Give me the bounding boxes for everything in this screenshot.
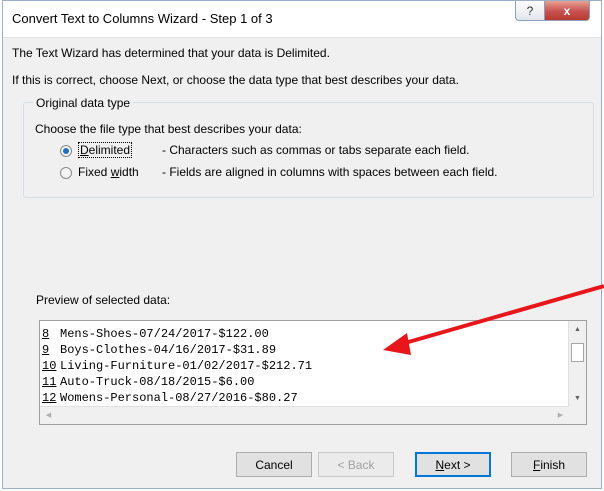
- delimited-label[interactable]: Delimited: [78, 142, 133, 158]
- preview-row: 12 Womens-Personal-08/27/2016-$80.27: [42, 391, 298, 405]
- next-button[interactable]: Next >: [415, 452, 491, 477]
- scrollbar-corner: [569, 407, 586, 424]
- data-type-prompt: Choose the file type that best describes…: [35, 122, 302, 136]
- scroll-down-icon[interactable]: ▼: [569, 390, 586, 407]
- help-icon: ?: [526, 3, 534, 18]
- fixed-width-description: - Fields are aligned in columns with spa…: [162, 165, 498, 179]
- scroll-up-icon[interactable]: ▲: [569, 321, 586, 338]
- window-title: Convert Text to Columns Wizard - Step 1 …: [12, 11, 273, 26]
- back-button[interactable]: < Back: [318, 452, 394, 477]
- delimited-radio[interactable]: [60, 145, 72, 157]
- delimited-description: - Characters such as commas or tabs sepa…: [162, 143, 470, 157]
- preview-row: 10 Living-Furniture-01/02/2017-$212.71: [42, 359, 313, 373]
- intro-line-1: The Text Wizard has determined that your…: [12, 46, 330, 60]
- data-preview-box[interactable]: 8 Mens-Shoes-07/24/2017-$122.00 9 Boys-Clo…: [39, 320, 587, 425]
- close-button[interactable]: x: [544, 1, 590, 21]
- vertical-scrollbar[interactable]: ▲ ▼: [568, 321, 586, 407]
- title-bar: Convert Text to Columns Wizard - Step 1 …: [3, 1, 601, 38]
- scroll-right-icon[interactable]: ▶: [552, 407, 569, 424]
- preview-row: 9 Boys-Clothes-04/16/2017-$31.89: [42, 343, 277, 357]
- fixed-width-radio[interactable]: [60, 167, 72, 179]
- close-icon: x: [563, 3, 571, 18]
- scroll-left-icon[interactable]: ◀: [40, 407, 57, 424]
- intro-line-2: If this is correct, choose Next, or choo…: [12, 73, 459, 87]
- group-label: Original data type: [33, 96, 134, 110]
- preview-row: 11 Auto-Truck-08/18/2015-$6.00: [42, 375, 255, 389]
- vertical-scroll-thumb[interactable]: [571, 343, 584, 362]
- preview-row: 8 Mens-Shoes-07/24/2017-$122.00: [42, 327, 269, 341]
- finish-button[interactable]: Finish: [511, 452, 587, 477]
- preview-label: Preview of selected data:: [36, 293, 171, 307]
- cancel-button[interactable]: Cancel: [236, 452, 312, 477]
- wizard-dialog: Convert Text to Columns Wizard - Step 1 …: [2, 0, 602, 489]
- fixed-width-label[interactable]: Fixed width: [78, 165, 139, 179]
- help-button[interactable]: ?: [515, 1, 545, 21]
- horizontal-scrollbar[interactable]: ◀ ▶: [40, 406, 569, 424]
